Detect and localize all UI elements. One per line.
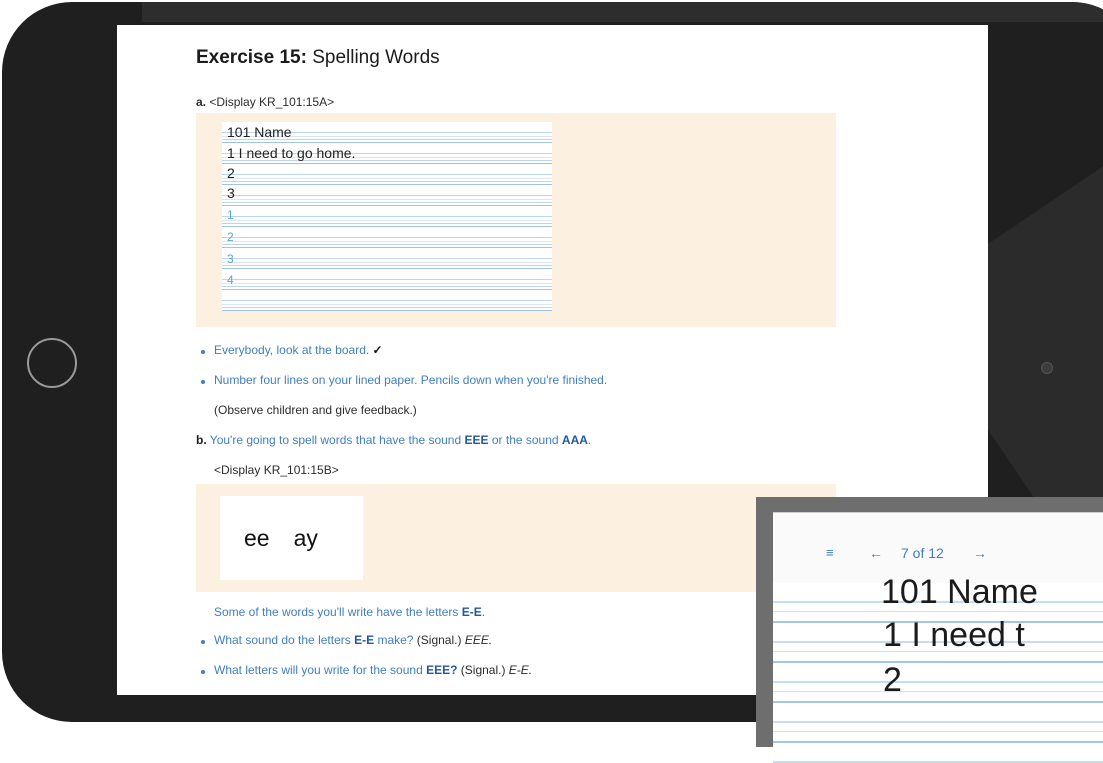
exercise-title: Exercise 15: Spelling Words xyxy=(196,47,440,69)
letters-e-e: E-E xyxy=(461,605,482,619)
instruction-text: Everybody, look at the board. xyxy=(214,343,370,357)
letters-ee: ee xyxy=(244,524,270,551)
letters-e-e: E-E xyxy=(354,633,375,647)
zoom-lined-paper: 101 Name 1 I need t 2 xyxy=(773,573,1103,763)
step-b-text: . xyxy=(587,433,592,447)
question-text: What sound do the letters xyxy=(214,633,355,647)
step-b-letter: b. xyxy=(196,433,207,447)
worksheet-row: 3 xyxy=(227,185,235,201)
bullet-icon xyxy=(201,670,205,674)
instruction-letters: Some of the words you'll write have the … xyxy=(214,605,485,619)
worksheet-row: 1 I need to go home. xyxy=(227,145,356,161)
bullet-icon xyxy=(201,640,205,644)
instruction-look: Everybody, look at the board. ✓ xyxy=(214,343,383,357)
teacher-note: (Observe children and give feedback.) xyxy=(214,403,417,417)
zoom-window: ≡ ← 7 of 12 → 101 Name 1 I need t 2 xyxy=(756,497,1103,763)
camera-icon xyxy=(1041,362,1053,374)
signal-note: (Signal.) xyxy=(416,633,462,647)
worksheet-header: 101 Name xyxy=(227,124,292,140)
menu-icon[interactable]: ≡ xyxy=(826,545,834,560)
question-text: What letters will you write for the soun… xyxy=(214,663,427,677)
zoom-row: 1 I need t xyxy=(883,616,1025,654)
display-label-b: <Display KR_101:15B> xyxy=(214,463,339,477)
sound-eee: EEE? xyxy=(426,663,458,677)
zoom-row: 2 xyxy=(883,661,902,699)
step-a-letter: a. xyxy=(196,95,207,109)
exercise-number: Exercise 15: xyxy=(196,47,307,68)
expected-answer: EEE. xyxy=(461,633,493,647)
step-b-instruction: b. You're going to spell words that have… xyxy=(196,433,591,447)
question-text: make? xyxy=(374,633,417,647)
worksheet-number: 3 xyxy=(227,252,234,266)
bullet-icon xyxy=(201,350,205,354)
letter-card: ee ay xyxy=(220,496,363,580)
question-letters: What letters will you write for the soun… xyxy=(214,663,532,677)
display-panel-b: ee ay xyxy=(196,484,836,592)
step-b-text: or the sound xyxy=(488,433,562,447)
zoom-header: 101 Name xyxy=(881,573,1038,611)
worksheet-row: 2 xyxy=(227,165,235,181)
home-button[interactable] xyxy=(27,338,77,388)
worksheet-number: 1 xyxy=(227,208,234,222)
lined-paper: 101 Name 1 I need to go home. 2 3 1 2 3 … xyxy=(222,122,552,311)
question-sound: What sound do the letters E-E make? (Sig… xyxy=(214,633,492,647)
instruction-number-lines: Number four lines on your lined paper. P… xyxy=(214,373,608,387)
zoom-window-content: ≡ ← 7 of 12 → 101 Name 1 I need t 2 xyxy=(773,512,1103,763)
display-panel-a: 101 Name 1 I need to go home. 2 3 1 2 3 … xyxy=(196,113,836,327)
display-label-a: <Display KR_101:15A> xyxy=(209,95,335,109)
page-indicator: 7 of 12 xyxy=(901,545,944,561)
checkmark-icon: ✓ xyxy=(372,343,383,357)
worksheet-number: 4 xyxy=(227,273,234,287)
letters-ay: ay xyxy=(293,524,318,551)
worksheet-number: 2 xyxy=(227,230,234,244)
sound-aaa: AAA xyxy=(561,433,588,447)
signal-note: (Signal.) xyxy=(457,663,506,677)
bullet-icon xyxy=(201,380,205,384)
step-b-text: You're going to spell words that have th… xyxy=(209,433,465,447)
next-page-button[interactable]: → xyxy=(973,545,987,561)
exercise-name: Spelling Words xyxy=(306,47,440,68)
step-a-display: a. <Display KR_101:15A> xyxy=(196,95,334,109)
instruction-text: . xyxy=(481,605,486,619)
instruction-text: Some of the words you'll write have the … xyxy=(214,605,462,619)
sound-eee: EEE xyxy=(464,433,489,447)
expected-answer: E-E. xyxy=(505,663,533,677)
prev-page-button[interactable]: ← xyxy=(869,545,883,561)
